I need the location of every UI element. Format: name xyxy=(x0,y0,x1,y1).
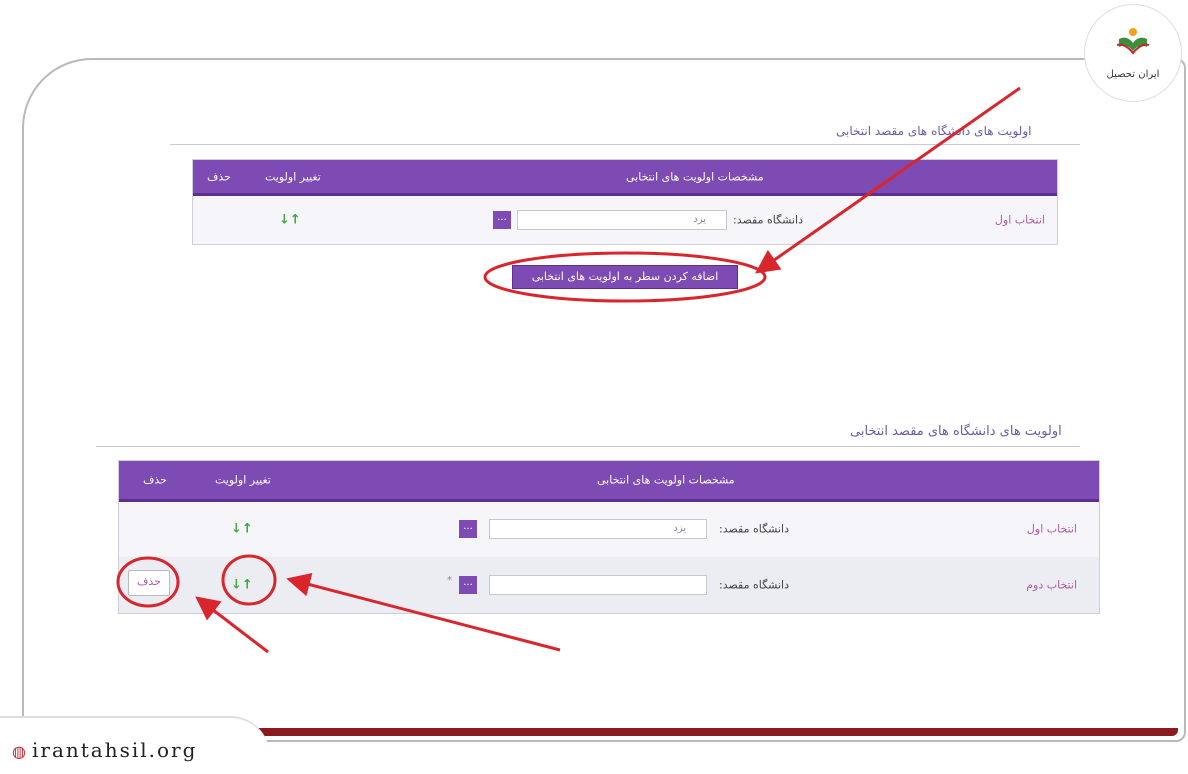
globe-icon: ◍ xyxy=(12,742,26,761)
annotation-overlay xyxy=(116,86,1021,654)
annotation-arrow xyxy=(286,572,561,652)
annotation-arrow xyxy=(195,596,269,654)
website-badge: ◍ irantahsil.org xyxy=(0,716,270,774)
annotation-arrow xyxy=(755,86,1021,274)
website-url: irantahsil.org xyxy=(32,738,198,762)
highlight-ellipse xyxy=(116,556,180,608)
highlight-ellipse xyxy=(221,554,277,606)
highlight-ellipse xyxy=(483,251,767,303)
